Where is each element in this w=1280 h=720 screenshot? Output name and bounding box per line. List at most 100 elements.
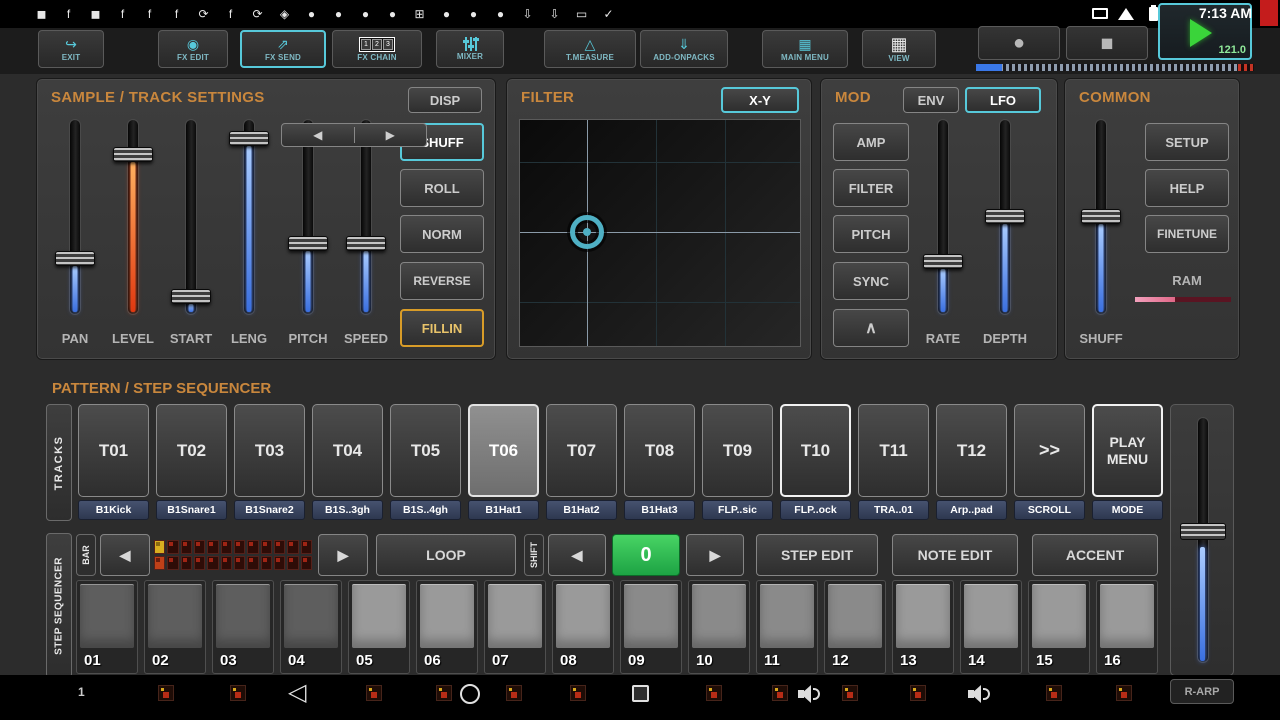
common-shuffle-slider[interactable]: SHUFF: [1077, 119, 1125, 346]
loop-button[interactable]: LOOP: [376, 534, 516, 576]
track-button-t08[interactable]: T08: [624, 404, 695, 497]
track-name-t08[interactable]: B1Hat3: [624, 500, 695, 520]
rate-slider[interactable]: RATE: [919, 119, 967, 346]
step-edit-button[interactable]: STEP EDIT: [756, 534, 878, 576]
track-name-t04[interactable]: B1S..3gh: [312, 500, 383, 520]
accent-button[interactable]: ACCENT: [1032, 534, 1158, 576]
home-icon[interactable]: [460, 684, 480, 704]
track-button-t09[interactable]: T09: [702, 404, 773, 497]
step-pad-11[interactable]: 11: [756, 580, 818, 674]
norm-button[interactable]: NORM: [400, 215, 484, 253]
step-pad-01[interactable]: 01: [76, 580, 138, 674]
setup-button[interactable]: SETUP: [1145, 123, 1229, 161]
disp-button[interactable]: DISP: [408, 87, 482, 113]
slider-handle[interactable]: [923, 254, 963, 269]
track-button-t06[interactable]: T06: [468, 404, 539, 497]
depth-slider[interactable]: DEPTH: [981, 119, 1029, 346]
step-pad-07[interactable]: 07: [484, 580, 546, 674]
tracks-tab[interactable]: TRACKS: [46, 404, 72, 521]
fillin-button[interactable]: FILLIN: [400, 309, 484, 347]
slider-handle[interactable]: [985, 209, 1025, 224]
recents-icon[interactable]: [632, 685, 649, 702]
track-name-t12[interactable]: Arp..pad: [936, 500, 1007, 520]
track-scroll-button[interactable]: >>: [1014, 404, 1085, 497]
step-pad-04[interactable]: 04: [280, 580, 342, 674]
play-menu-button[interactable]: PLAY MENU: [1092, 404, 1163, 497]
step-pad-09[interactable]: 09: [620, 580, 682, 674]
addon-packs-button[interactable]: ⇓ ADD-ONPACKS: [640, 30, 728, 68]
slider-handle[interactable]: [55, 251, 95, 266]
reverse-button[interactable]: REVERSE: [400, 262, 484, 300]
track-name-t03[interactable]: B1Snare2: [234, 500, 305, 520]
track-button-t04[interactable]: T04: [312, 404, 383, 497]
mod-expand-button[interactable]: ∧: [833, 309, 909, 347]
note-edit-button[interactable]: NOTE EDIT: [892, 534, 1018, 576]
exit-button[interactable]: ↪ EXIT: [38, 30, 104, 68]
track-name-t11[interactable]: TRA..01: [858, 500, 929, 520]
nudge-left-icon[interactable]: ◀: [282, 128, 354, 142]
xy-mode-button[interactable]: X-Y: [721, 87, 799, 113]
view-button[interactable]: ▦ VIEW: [862, 30, 936, 68]
step-pad-12[interactable]: 12: [824, 580, 886, 674]
track-name-t05[interactable]: B1S..4gh: [390, 500, 461, 520]
track-button-t11[interactable]: T11: [858, 404, 929, 497]
step-pad-02[interactable]: 02: [144, 580, 206, 674]
step-pad-08[interactable]: 08: [552, 580, 614, 674]
finetune-button[interactable]: FINETUNE: [1145, 215, 1229, 253]
slider-handle[interactable]: [288, 236, 328, 251]
track-name-t01[interactable]: B1Kick: [78, 500, 149, 520]
next-step-page-button[interactable]: ▶: [686, 534, 744, 576]
sample-nudge-control[interactable]: ◀ ▶: [281, 123, 427, 147]
slider-handle[interactable]: [1081, 209, 1121, 224]
nudge-right-icon[interactable]: ▶: [355, 128, 427, 142]
track-name-t09[interactable]: FLP..sic: [702, 500, 773, 520]
lfo-tab[interactable]: LFO: [965, 87, 1041, 113]
start-slider[interactable]: START: [167, 119, 215, 346]
track-name-t10[interactable]: FLP..ock: [780, 500, 851, 520]
prev-step-page-button[interactable]: ◀: [548, 534, 606, 576]
track-button-t01[interactable]: T01: [78, 404, 149, 497]
track-button-t05[interactable]: T05: [390, 404, 461, 497]
fx-send-button[interactable]: ⇗ FX SEND: [240, 30, 326, 68]
slider-handle[interactable]: [113, 147, 153, 162]
slider-handle[interactable]: [346, 236, 386, 251]
track-name-t07[interactable]: B1Hat2: [546, 500, 617, 520]
track-button-t10[interactable]: T10: [780, 404, 851, 497]
track-button-t02[interactable]: T02: [156, 404, 227, 497]
next-bar-button[interactable]: ▶: [318, 534, 368, 576]
stop-button[interactable]: ◼: [1066, 26, 1148, 60]
track-button-t03[interactable]: T03: [234, 404, 305, 497]
time-measure-button[interactable]: △ T.MEASURE: [544, 30, 636, 68]
bar-pattern-grid[interactable]: [154, 540, 312, 570]
step-pad-14[interactable]: 14: [960, 580, 1022, 674]
step-pad-03[interactable]: 03: [212, 580, 274, 674]
mod-sync-button[interactable]: SYNC: [833, 262, 909, 300]
roll-button[interactable]: ROLL: [400, 169, 484, 207]
step-pad-15[interactable]: 15: [1028, 580, 1090, 674]
slider-handle[interactable]: [171, 289, 211, 304]
r-arp-button[interactable]: R-ARP: [1170, 679, 1234, 704]
filter-xy-pad[interactable]: [519, 119, 801, 347]
volume-icon[interactable]: [968, 685, 992, 703]
fx-chain-button[interactable]: 1 2 3 FX CHAIN: [332, 30, 422, 68]
mod-amp-button[interactable]: AMP: [833, 123, 909, 161]
step-sequencer-tab[interactable]: STEP SEQUENCER: [46, 533, 72, 678]
speed-slider[interactable]: SPEED: [342, 119, 390, 346]
step-pad-10[interactable]: 10: [688, 580, 750, 674]
main-menu-button[interactable]: ▦ MAIN MENU: [762, 30, 848, 68]
track-button-t07[interactable]: T07: [546, 404, 617, 497]
pitch-slider[interactable]: PITCH: [284, 119, 332, 346]
track-name-t06[interactable]: B1Hat1: [468, 500, 539, 520]
slider-handle[interactable]: [229, 131, 269, 146]
step-pad-13[interactable]: 13: [892, 580, 954, 674]
pan-slider[interactable]: PAN: [51, 119, 99, 346]
env-tab[interactable]: ENV: [903, 87, 959, 113]
mod-filter-button[interactable]: FILTER: [833, 169, 909, 207]
step-pad-16[interactable]: 16: [1096, 580, 1158, 674]
record-button[interactable]: ●: [978, 26, 1060, 60]
fx-edit-button[interactable]: ◉ FX EDIT: [158, 30, 228, 68]
mixer-button[interactable]: MIXER: [436, 30, 504, 68]
step-pad-05[interactable]: 05: [348, 580, 410, 674]
track-button-t12[interactable]: T12: [936, 404, 1007, 497]
mod-pitch-button[interactable]: PITCH: [833, 215, 909, 253]
